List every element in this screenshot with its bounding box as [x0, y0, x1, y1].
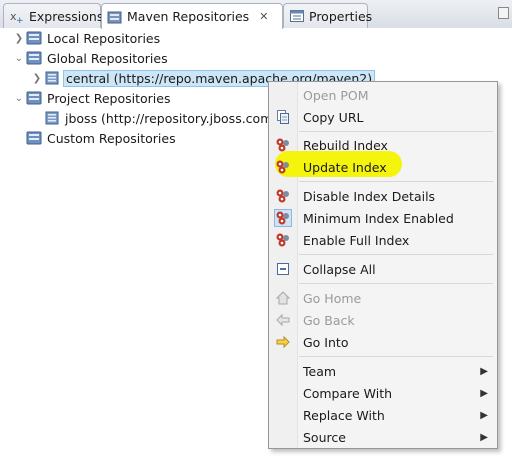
copy-icon — [275, 109, 291, 125]
menu-item-source[interactable]: Source ▶ — [269, 426, 497, 448]
menu-separator — [299, 181, 493, 182]
menu-item-label: Go Back — [303, 312, 355, 328]
chevron-down-icon[interactable]: ⌄ — [12, 93, 26, 104]
forward-arrow-icon — [275, 334, 291, 350]
home-icon — [275, 290, 291, 306]
menu-item-label: Update Index — [303, 159, 387, 175]
full-index-icon — [275, 232, 291, 248]
submenu-arrow-icon: ▶ — [480, 409, 488, 421]
menu-item-disable-index-details[interactable]: Disable Index Details — [269, 185, 497, 207]
repository-group-icon — [26, 130, 42, 146]
menu-item-rebuild-index[interactable]: Rebuild Index — [269, 134, 497, 156]
tab-properties[interactable]: Properties — [283, 3, 372, 28]
menu-item-copy-url[interactable]: Copy URL — [269, 106, 497, 128]
rebuild-index-icon — [275, 137, 291, 153]
tree-item-label: jboss (http://repository.jboss.com — [65, 110, 273, 126]
menu-separator — [299, 356, 493, 357]
menu-item-label: Go Home — [303, 290, 362, 306]
menu-item-label: Minimum Index Enabled — [303, 210, 454, 226]
menu-item-label: Open POM — [303, 87, 369, 103]
tree-item-jboss[interactable]: jboss (http://repository.jboss.com — [44, 108, 272, 128]
repository-group-icon — [26, 50, 42, 66]
submenu-arrow-icon: ▶ — [480, 387, 488, 399]
update-index-icon — [275, 159, 291, 175]
menu-item-label: Enable Full Index — [303, 232, 410, 248]
menu-item-label: Go Into — [303, 334, 349, 350]
tree-item-global-repositories[interactable]: ⌄ Global Repositories — [12, 48, 168, 68]
tab-label: Expressions — [29, 8, 104, 24]
menu-separator — [299, 254, 493, 255]
tree-item-custom-repositories[interactable]: Custom Repositories — [26, 128, 176, 148]
index-details-icon — [275, 188, 291, 204]
tree-item-label: Custom Repositories — [47, 130, 176, 146]
tab-expressions[interactable]: x + Expressions — [3, 3, 104, 28]
menu-item-label: Replace With — [303, 407, 385, 423]
tab-label: Maven Repositories — [127, 9, 250, 24]
menu-item-open-pom[interactable]: Open POM — [269, 84, 497, 106]
menu-item-enable-full-index[interactable]: Enable Full Index — [269, 229, 497, 251]
menu-item-label: Copy URL — [303, 109, 364, 125]
menu-item-team[interactable]: Team ▶ — [269, 360, 497, 382]
menu-item-replace-with[interactable]: Replace With ▶ — [269, 404, 497, 426]
menu-item-label: Rebuild Index — [303, 137, 388, 153]
tree-item-label: Global Repositories — [47, 50, 168, 66]
chevron-right-icon[interactable]: ❯ — [30, 73, 44, 84]
chevron-down-icon[interactable]: ⌄ — [12, 53, 26, 64]
menu-item-label: Compare With — [303, 385, 393, 401]
submenu-arrow-icon: ▶ — [480, 365, 488, 377]
expressions-icon: x + — [9, 8, 25, 26]
close-icon[interactable]: ✕ — [259, 10, 268, 23]
menu-item-label: Team — [303, 363, 337, 379]
tree-item-local-repositories[interactable]: ❯ Local Repositories — [12, 28, 160, 48]
properties-icon — [289, 8, 305, 24]
index-checked-icon — [274, 209, 292, 227]
context-menu: Open POM Copy URL Rebuild Index Update I… — [268, 81, 498, 449]
repository-group-icon — [26, 30, 42, 46]
collapse-all-icon — [275, 261, 291, 277]
open-pom-icon — [275, 87, 291, 103]
repository-icon — [44, 70, 60, 86]
menu-item-label: Disable Index Details — [303, 188, 436, 204]
menu-item-label: Collapse All — [303, 261, 376, 277]
back-arrow-icon — [275, 312, 291, 328]
menu-item-update-index[interactable]: Update Index — [269, 156, 497, 178]
tab-label: Properties — [309, 8, 373, 24]
svg-text:+: + — [16, 16, 24, 24]
view-menu-icon[interactable] — [498, 7, 509, 19]
view-tab-bar: x + Expressions Maven Repositories ✕ Prop… — [0, 0, 512, 29]
menu-separator — [299, 131, 493, 132]
tree-item-label: Project Repositories — [47, 90, 171, 106]
menu-item-go-back[interactable]: Go Back — [269, 309, 497, 331]
menu-item-minimum-index-enabled[interactable]: Minimum Index Enabled — [269, 207, 497, 229]
maven-repositories-icon — [107, 9, 123, 25]
tab-maven-repositories[interactable]: Maven Repositories ✕ — [101, 3, 283, 29]
menu-item-go-into[interactable]: Go Into — [269, 331, 497, 353]
tree-item-project-repositories[interactable]: ⌄ Project Repositories — [12, 88, 171, 108]
menu-item-go-home[interactable]: Go Home — [269, 287, 497, 309]
repository-icon — [44, 110, 60, 126]
menu-item-label: Source — [303, 429, 346, 445]
repository-group-icon — [26, 90, 42, 106]
submenu-arrow-icon: ▶ — [480, 431, 488, 443]
chevron-right-icon[interactable]: ❯ — [12, 33, 26, 44]
tree-item-label: Local Repositories — [47, 30, 161, 46]
menu-item-compare-with[interactable]: Compare With ▶ — [269, 382, 497, 404]
menu-separator — [299, 283, 493, 284]
menu-item-collapse-all[interactable]: Collapse All — [269, 258, 497, 280]
